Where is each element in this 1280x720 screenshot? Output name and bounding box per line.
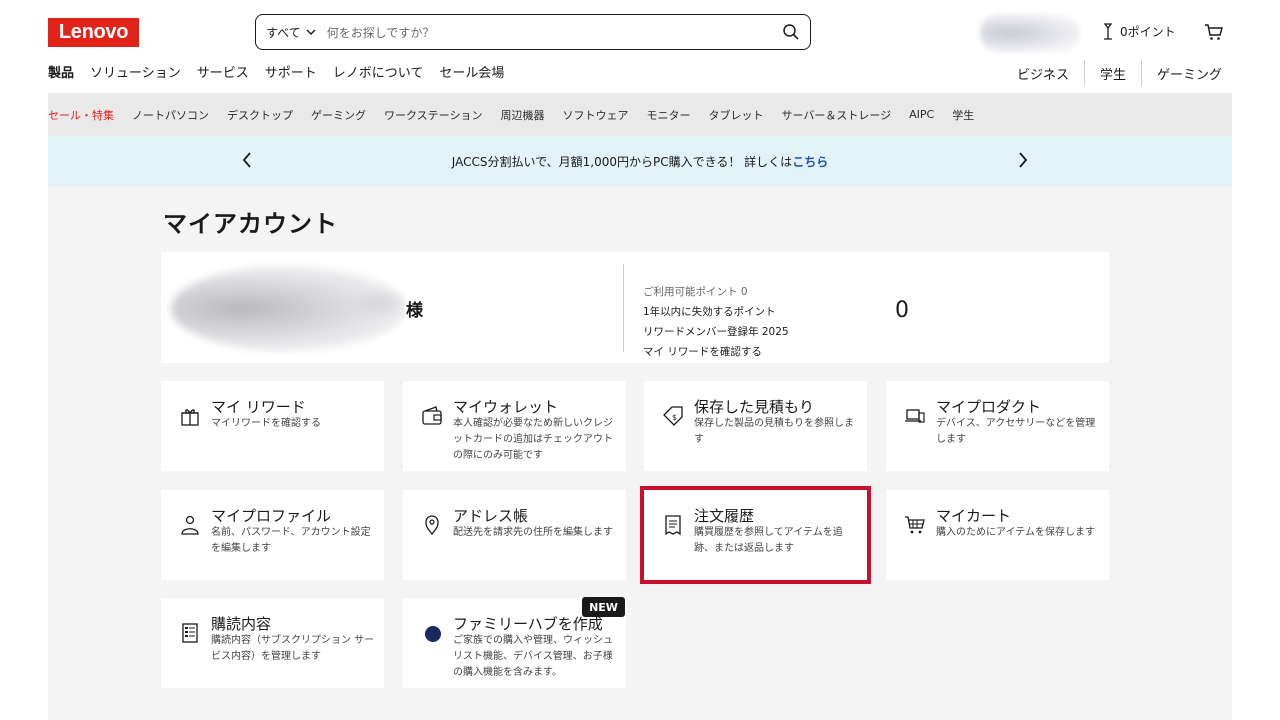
category-servers[interactable]: サーバー＆ストレージ — [781, 107, 891, 123]
promo-link[interactable]: こちら — [792, 153, 828, 170]
family-hub-icon — [425, 626, 441, 642]
category-bar: セール・特集 ノートパソコン デスクトップ ゲーミング ワークステーション 周辺… — [48, 93, 1232, 136]
my-rewards-link[interactable]: マイ リワードを確認する — [643, 342, 789, 362]
search-input[interactable]: 何をお探しですか？ — [327, 24, 782, 41]
account-avatar[interactable] — [980, 14, 1080, 52]
tile-description: 保存した製品の見積もりを参照します — [694, 418, 854, 445]
tile-description: ご家族での購入や管理、ウィッシュリスト機能、デバイス管理、お子様の購入機能を含み… — [453, 635, 613, 678]
category-aipc[interactable]: AIPC — [909, 108, 934, 121]
search-category-label: すべて — [266, 25, 301, 40]
tile-description: マイリワードを確認する — [211, 418, 321, 429]
tile-my-products[interactable]: マイプロダクト デバイス、アクセサリーなどを管理します — [886, 381, 1109, 471]
category-software[interactable]: ソフトウェア — [562, 107, 628, 123]
tile-description: 名前、パスワード、アカウント設定を編集します — [211, 527, 371, 554]
category-workstations[interactable]: ワークステーション — [384, 107, 482, 123]
tile-title: ファミリーハブを作成 — [453, 615, 603, 633]
points-link[interactable]: 0ポイント — [1100, 22, 1176, 40]
promo-banner: JACCS分割払いで、月額1,000円からPC購入できる！ 詳しくは こちら — [48, 136, 1232, 186]
tile-title: マイウォレット — [453, 398, 559, 416]
tile-title: マイカート — [936, 507, 1012, 525]
nav-item-products[interactable]: 製品 — [48, 62, 74, 81]
chevron-down-icon — [306, 29, 316, 35]
page-title: マイアカウント — [163, 210, 338, 238]
category-tablets[interactable]: タブレット — [708, 107, 763, 123]
wallet-icon — [422, 406, 442, 425]
available-points-label: ご利用可能ポイント 0 — [643, 286, 748, 298]
tile-title: 保存した見積もり — [694, 398, 815, 416]
tile-description: 配送先を請求先の住所を編集します — [453, 527, 613, 538]
subscription-list-icon — [182, 623, 198, 643]
nav-item-sale[interactable]: セール会場 — [439, 62, 504, 81]
tile-title: マイプロファイル — [211, 507, 332, 525]
category-accessories[interactable]: 周辺機器 — [500, 107, 544, 123]
nav-item-services[interactable]: サービス — [197, 62, 249, 81]
chevron-left-icon[interactable] — [240, 150, 254, 170]
location-pin-icon — [425, 515, 439, 535]
category-gaming[interactable]: ゲーミング — [311, 107, 366, 123]
nav-item-support[interactable]: サポート — [265, 62, 317, 81]
category-monitors[interactable]: モニター — [646, 107, 690, 123]
tile-description: 購買履歴を参照してアイテムを追跡、または返品します — [694, 527, 843, 554]
tile-my-cart[interactable]: マイカート 購入のためにアイテムを保存します — [886, 490, 1109, 580]
member-year-label: リワードメンバー登録年 2025 — [643, 326, 789, 338]
price-tag-icon: $ — [663, 406, 683, 426]
svg-text:$: $ — [672, 413, 677, 422]
category-notebooks[interactable]: ノートパソコン — [132, 107, 209, 123]
tile-description: 購入のためにアイテムを保存します — [936, 527, 1095, 538]
promo-text: JACCS分割払いで、月額1,000円からPC購入できる！ 詳しくは — [451, 154, 793, 169]
lenovo-logo[interactable]: Lenovo — [48, 18, 139, 47]
nav-item-gaming[interactable]: ゲーミング — [1140, 60, 1222, 86]
rewards-icon — [1103, 23, 1113, 40]
user-name-redacted-tail — [351, 290, 406, 316]
expiring-points-label: 1年以内に失効するポイント — [643, 306, 776, 318]
tile-title: アドレス帳 — [453, 507, 529, 525]
main-nav: 製品 ソリューション サービス サポート レノボについて セール会場 — [48, 62, 504, 81]
tile-my-wallet[interactable]: マイウォレット 本人確認が必要なため新しいクレジットカードの追加はチェックアウト… — [403, 381, 626, 471]
tile-title: 購読内容 — [211, 615, 272, 633]
search-icon[interactable] — [782, 23, 800, 41]
user-honorific: 様 — [406, 301, 423, 321]
tile-description: デバイス、アクセサリーなどを管理します — [936, 418, 1096, 445]
tile-saved-quotes[interactable]: $ 保存した見積もり 保存した製品の見積もりを参照します — [644, 381, 867, 471]
user-icon — [181, 515, 199, 535]
tile-subscriptions[interactable]: 購読内容 購読内容（サブスクリプション サービス内容）を管理します — [161, 598, 384, 688]
search-category-select[interactable]: すべて — [266, 24, 317, 41]
tile-my-rewards[interactable]: マイ リワード マイリワードを確認する — [161, 381, 384, 471]
chevron-right-icon[interactable] — [1016, 150, 1030, 170]
tile-description: 本人確認が必要なため新しいクレジットカードの追加はチェックアウトの際にのみ可能で… — [453, 418, 613, 461]
receipt-icon — [665, 515, 681, 536]
category-student[interactable]: 学生 — [952, 107, 974, 123]
divider — [623, 264, 624, 352]
search-bar[interactable]: すべて 何をお探しですか？ — [255, 14, 811, 50]
tile-address-book[interactable]: アドレス帳 配送先を請求先の住所を編集します — [403, 490, 626, 580]
category-desktops[interactable]: デスクトップ — [227, 107, 293, 123]
nav-item-student[interactable]: 学生 — [1083, 60, 1141, 86]
nav-item-solutions[interactable]: ソリューション — [90, 62, 181, 81]
points-info: ご利用可能ポイント 0 1年以内に失効するポイント リワードメンバー登録年 20… — [643, 282, 789, 362]
nav-item-business[interactable]: ビジネス — [1017, 60, 1084, 86]
gift-icon — [181, 409, 199, 426]
devices-icon — [905, 409, 925, 423]
segment-nav: ビジネス 学生 ゲーミング — [1017, 60, 1222, 86]
tile-my-profile[interactable]: マイプロファイル 名前、パスワード、アカウント設定を編集します — [161, 490, 384, 580]
points-label: 0ポイント — [1120, 24, 1176, 39]
cart-icon — [905, 516, 925, 534]
tile-title: 注文履歴 — [694, 507, 755, 525]
account-summary-card: 様 ご利用可能ポイント 0 1年以内に失効するポイント リワードメンバー登録年 … — [161, 252, 1109, 363]
nav-item-about[interactable]: レノボについて — [333, 62, 424, 81]
tile-title: マイ リワード — [211, 398, 306, 416]
category-sale[interactable]: セール・特集 — [48, 107, 114, 123]
new-badge: NEW — [582, 597, 625, 617]
page: Lenovo すべて 何をお探しですか？ 0ポイント 製品 ソリューション サー… — [0, 0, 1280, 720]
points-value: 0 — [895, 298, 909, 323]
cart-icon[interactable] — [1204, 22, 1224, 42]
tile-title: マイプロダクト — [936, 398, 1042, 416]
tile-order-history[interactable]: 注文履歴 購買履歴を参照してアイテムを追跡、または返品します — [640, 486, 871, 584]
tile-description: 購読内容（サブスクリプション サービス内容）を管理します — [211, 635, 375, 662]
